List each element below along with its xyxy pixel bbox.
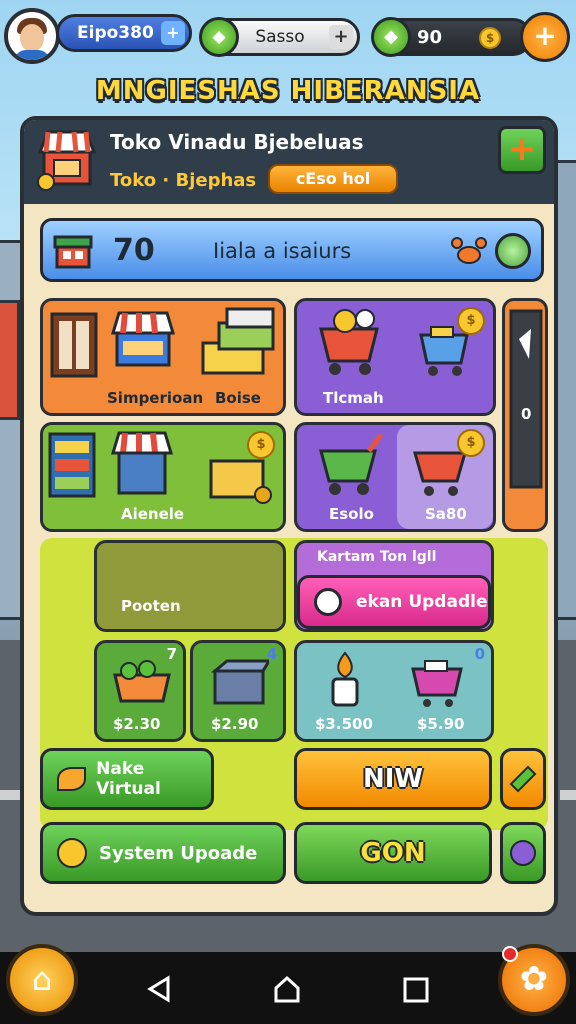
recents-icon[interactable]: [402, 976, 430, 1004]
candle-flame-icon: [331, 651, 359, 707]
tile-label-aienele: Aienele: [121, 505, 185, 523]
add-money-button[interactable]: +: [161, 21, 185, 45]
item4-badge: 0: [474, 645, 485, 663]
house-icon: ⌂: [31, 960, 53, 998]
info-count: 70: [113, 233, 155, 268]
window-frame-icon: [50, 312, 98, 378]
machine-box-icon: [211, 659, 269, 705]
kartam-header: Kartam Ton lgll: [317, 549, 437, 565]
item1-badge: 7: [166, 645, 177, 663]
shield-button[interactable]: [500, 822, 546, 884]
gon-button[interactable]: GON: [294, 822, 492, 884]
tile-side-panel[interactable]: 0: [502, 298, 548, 532]
shop-subtitle: Toko · Bjephas: [110, 170, 257, 191]
background-building-left-red: [0, 300, 20, 420]
kartam-panel: Kartam Ton lgll ekan Updadle: [294, 540, 494, 632]
info-bar[interactable]: 70 Iiala a isaiurs: [40, 218, 544, 282]
pink-cart-icon: [411, 660, 463, 707]
top-hud: Eipo380 $ + ◆ Sasso + ◆ 90 $ +: [0, 6, 576, 64]
leaf-icon: [57, 767, 87, 791]
tile-pooten[interactable]: Pooten: [94, 540, 286, 632]
gems-value: Sasso: [255, 27, 305, 47]
tile-purple[interactable]: $ Tlcmah: [294, 298, 496, 416]
stacked-boxes-icon: [201, 307, 275, 375]
gem-icon: ◆: [199, 17, 239, 57]
ekan-update-label: ekan Updadle: [356, 592, 488, 612]
tile-label-tlcmah: Tlcmah: [323, 389, 384, 407]
new-button[interactable]: NIW: [294, 748, 492, 810]
side-count: 0: [521, 405, 532, 423]
gem-icon: ◆: [371, 17, 411, 57]
tile-label-saso: Sa80: [425, 505, 467, 523]
stall-icon: [53, 235, 93, 269]
coin-badge-icon: $: [247, 431, 275, 459]
gems-counter: ◆ Sasso +: [199, 17, 360, 57]
edit-button[interactable]: [500, 748, 546, 810]
coins-counter: ◆ 90 $: [371, 17, 532, 57]
coin-icon: $: [479, 27, 501, 49]
notification-dot: [502, 946, 518, 962]
shopping-cart-icon: [319, 309, 379, 375]
pencil-icon: [509, 765, 537, 793]
item4-price: $5.90: [417, 715, 465, 733]
vegetable-cart-icon: [113, 660, 171, 703]
hud-add-button[interactable]: +: [520, 12, 570, 62]
system-update-button[interactable]: System Upoade: [40, 822, 286, 884]
item-card-vegetables[interactable]: 7 $2.30: [94, 640, 186, 742]
item-card-machine[interactable]: 4 $2.90: [190, 640, 286, 742]
shop-name: Toko Vinadu Bjebeluas: [110, 130, 364, 154]
tile-orange[interactable]: Simperioan Boise: [40, 298, 286, 416]
back-icon[interactable]: [144, 974, 174, 1004]
money-counter: Eipo380 $ +: [56, 14, 192, 52]
make-virtual-label: Nake Virtual: [96, 759, 161, 799]
tile-green[interactable]: $ Aienele: [40, 422, 286, 532]
flower-icon: ✿: [519, 959, 549, 999]
gon-label: GON: [360, 838, 426, 868]
new-label: NIW: [362, 764, 424, 794]
coins-value: 90: [417, 26, 443, 48]
box-gear-icon: [209, 459, 272, 504]
confirm-icon[interactable]: [495, 233, 531, 269]
shop-badge-button[interactable]: cEso hol: [268, 164, 398, 194]
system-update-label: System Upoade: [99, 842, 258, 864]
make-virtual-button[interactable]: Nake Virtual: [40, 748, 214, 810]
coin-badge-icon: $: [457, 307, 485, 335]
green-cart-icon: [319, 433, 383, 495]
game-title: MNGIESHAS HIBERANSIA: [95, 76, 481, 106]
shop-add-button[interactable]: +: [498, 126, 546, 174]
ekan-update-button[interactable]: ekan Updadle: [297, 575, 491, 629]
tile-label-pooten: Pooten: [121, 597, 181, 615]
coin-leaf-icon: [57, 838, 87, 868]
tile-purple-carts[interactable]: $ Esolo Sa80: [294, 422, 496, 532]
shop-header: Toko Vinadu Bjebeluas Toko · Bjephas cEs…: [24, 120, 554, 204]
item2-badge: 4: [266, 645, 277, 663]
shelf-icon: [48, 432, 96, 498]
purple-orb-icon: [510, 840, 536, 866]
shop-stall-icon: [37, 130, 97, 191]
crab-icon: [451, 237, 487, 264]
item1-price: $2.30: [113, 715, 161, 733]
tile-label-simperion: Simperioan: [107, 389, 204, 407]
record-icon: [314, 588, 342, 616]
item-card-candle[interactable]: 0 $3.500 $5.90: [294, 640, 494, 742]
market-kiosk-icon: [110, 431, 174, 495]
info-label: Iiala a isaiurs: [213, 239, 352, 263]
home-nav-icon[interactable]: [272, 974, 302, 1004]
coin-badge-icon: $: [457, 429, 485, 457]
money-value: Eipo380 $: [77, 23, 172, 43]
side-door-icon: [509, 309, 543, 489]
system-nav-bar: [0, 952, 576, 1024]
add-gems-button[interactable]: +: [329, 25, 353, 49]
shop-panel: Toko Vinadu Bjebeluas Toko · Bjephas cEs…: [20, 116, 558, 916]
market-stall-icon: [110, 311, 176, 367]
item2-price: $2.90: [211, 715, 259, 733]
tile-label-boise: Boise: [215, 389, 261, 407]
tile-label-esolo: Esolo: [329, 505, 374, 523]
item3-price: $3.500: [315, 715, 373, 733]
player-avatar[interactable]: [4, 8, 60, 64]
home-button[interactable]: ⌂: [6, 944, 78, 1016]
